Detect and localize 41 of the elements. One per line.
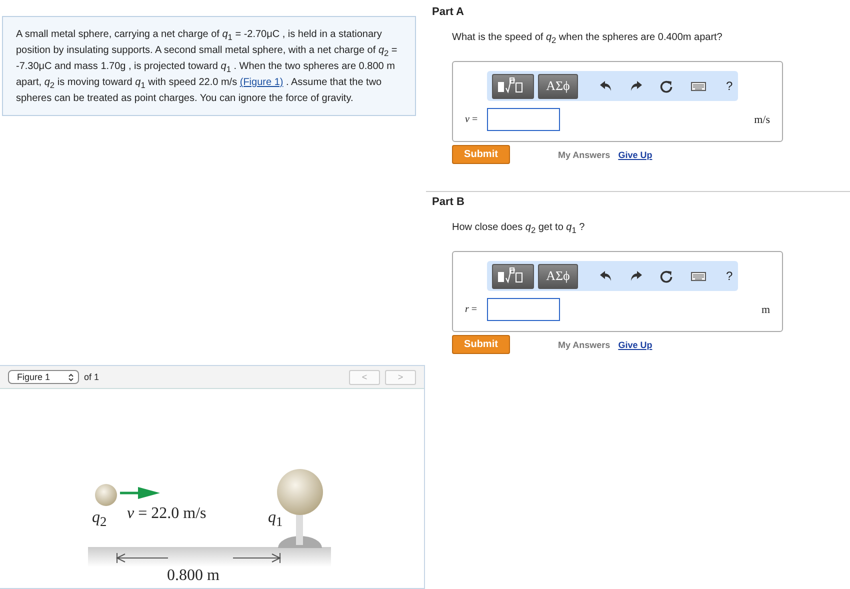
variable-label: r = (465, 304, 478, 315)
charge-label: q$_{1}$ (268, 509, 283, 530)
undo-icon[interactable] (600, 80, 612, 92)
question-text: What is the speed of q$_{2}$ when the spheres are 0.400m apart? (452, 32, 724, 45)
symbols-button[interactable]: ΑΣϕ (538, 74, 578, 98)
give-up-link[interactable]: Give Up (618, 340, 652, 350)
question-text: How close does q$_{2}$ get to q$_{1}$ ? (452, 222, 586, 235)
template-button[interactable] (492, 74, 534, 98)
part-title: Part B (432, 196, 466, 208)
distance-label: 0.800 m (167, 567, 220, 585)
unit-label: m/s (754, 114, 770, 126)
redo-icon[interactable] (630, 270, 642, 282)
help-button[interactable]: ? (726, 269, 733, 283)
undo-icon[interactable] (600, 270, 612, 282)
answer-field[interactable] (487, 108, 560, 131)
part-title: Part A (432, 6, 465, 18)
reset-icon[interactable] (660, 270, 673, 282)
answer-field[interactable] (487, 298, 560, 321)
symbols-button[interactable]: ΑΣϕ (538, 264, 578, 288)
keyboard-icon[interactable] (691, 272, 706, 280)
figure-select[interactable]: Figure 1 (8, 370, 80, 384)
my-answers-link[interactable]: My Answers (558, 340, 610, 350)
stepper-icon (68, 372, 74, 382)
give-up-link[interactable]: Give Up (618, 150, 652, 160)
keyboard-icon[interactable] (691, 82, 706, 90)
help-button[interactable]: ? (726, 79, 733, 93)
velocity-label: v = 22.0 m/s (127, 505, 206, 523)
figure-count: of 1 (84, 372, 100, 382)
problem-text: A small metal sphere, carrying a net charge of q$_{1}$ = -2.70μC , is held in a stationary position by insulating supports. A second small metal sphere, with a net charge of q$_{2}$ = -7.30μC and mass 1.70g , is projected toward q$_{1}$ . When the two spheres are 0.800 m apart, q$_{2}$ is moving toward q$_{1}$ with speed 22.0 m/s (Figure 1) . Assume that the two spheres can be treated as point charges. You can ignore the force of gravity. (2, 16, 416, 116)
velocity-arrow (120, 487, 160, 499)
redo-icon[interactable] (630, 80, 642, 92)
reset-icon[interactable] (660, 80, 673, 92)
variable-label: v = (465, 114, 479, 125)
charge-label: q$_{2}$ (92, 509, 107, 530)
submit-button[interactable]: Submit (452, 145, 510, 164)
template-button[interactable] (492, 264, 534, 288)
figure-link[interactable]: (Figure 1) (240, 77, 284, 88)
my-answers-link[interactable]: My Answers (558, 150, 610, 160)
unit-label: m (761, 304, 770, 316)
small-sphere-drawing (95, 484, 117, 506)
submit-button[interactable]: Submit (452, 335, 510, 354)
